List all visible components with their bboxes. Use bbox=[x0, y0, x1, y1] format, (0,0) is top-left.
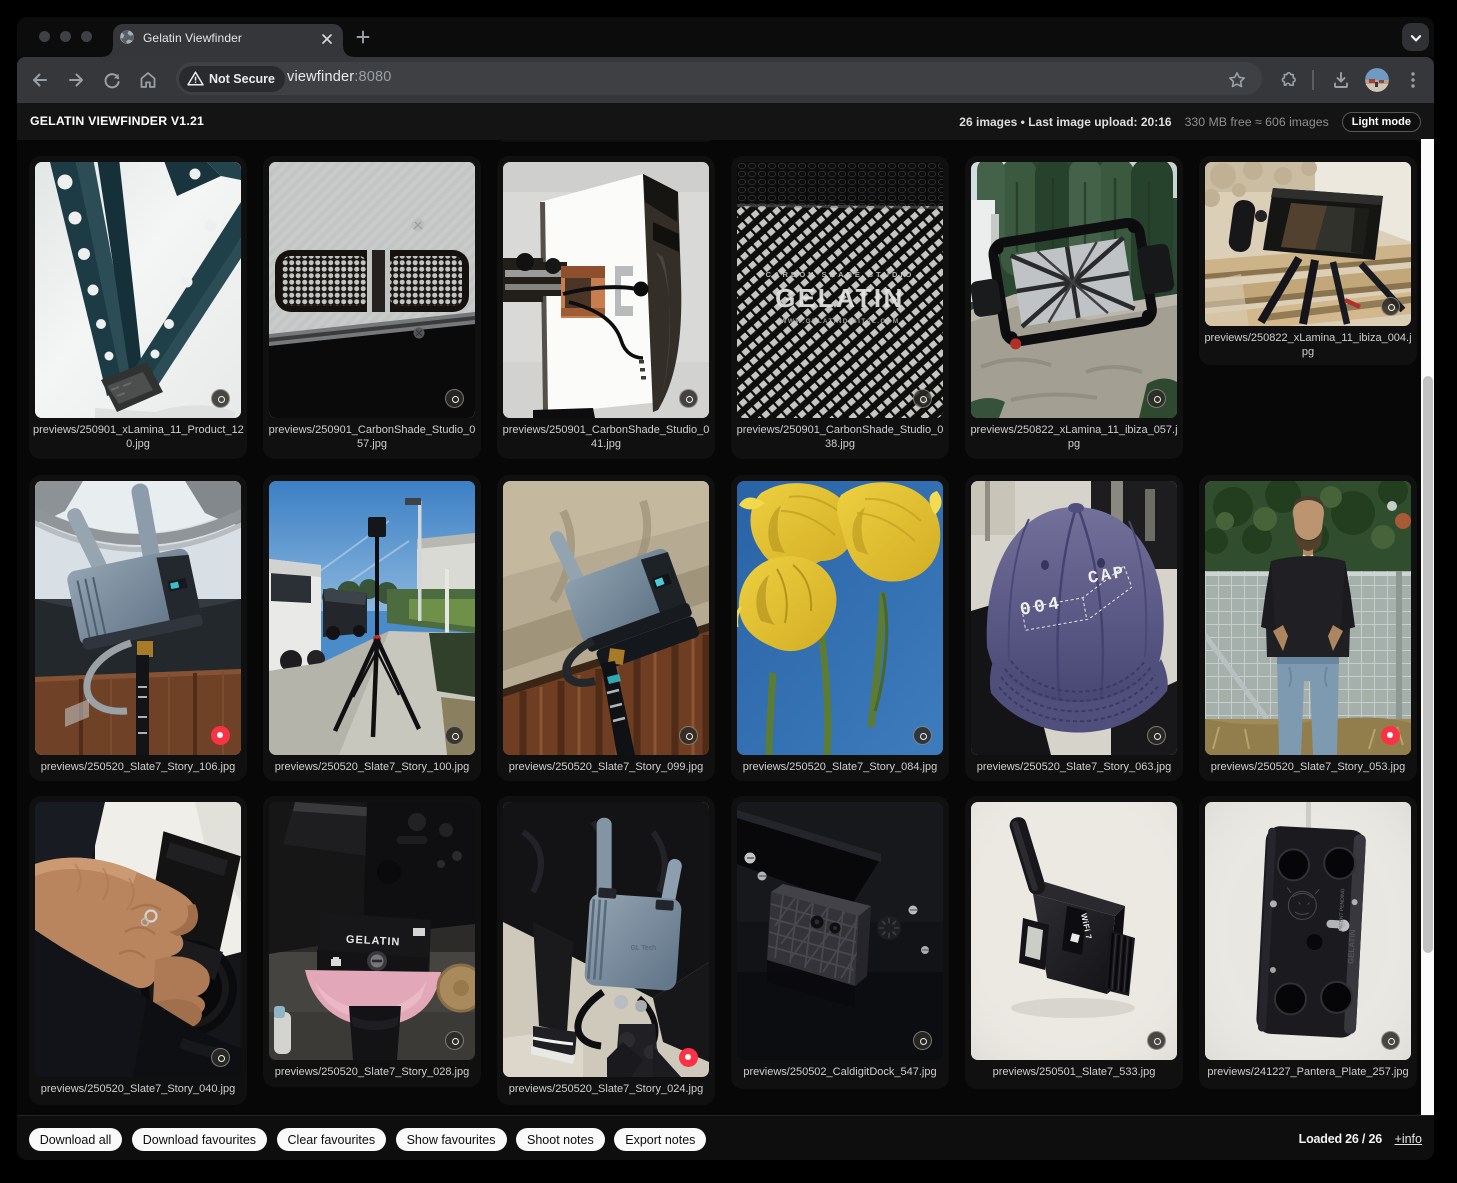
svg-text:GELATIN: GELATIN bbox=[1346, 929, 1357, 964]
svg-text:CARBON SHADE STUDIO: CARBON SHADE STUDIO bbox=[766, 270, 915, 279]
svg-text:GELATIN: GELATIN bbox=[775, 283, 905, 313]
svg-text:GL Tech: GL Tech bbox=[630, 945, 656, 952]
svg-text:WWW.GELATINDIGITAL.COM: WWW.GELATINDIGITAL.COM bbox=[781, 318, 900, 325]
